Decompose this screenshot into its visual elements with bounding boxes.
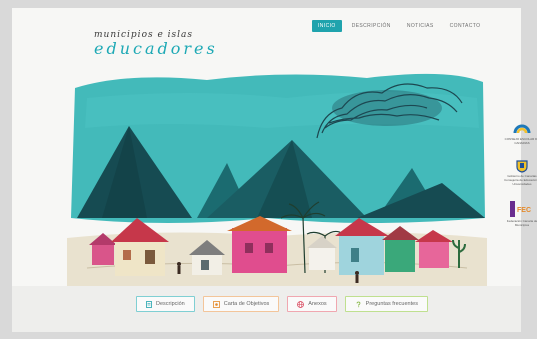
document-icon (146, 300, 152, 308)
question-icon (356, 301, 361, 307)
nav-contacto[interactable]: CONTACTO (444, 20, 487, 32)
logo-line-2: educadores (94, 39, 218, 58)
descripcion-label: Descripción (156, 301, 185, 307)
preguntas-frecuentes-button[interactable]: Preguntas frecuentes (344, 296, 428, 312)
main-nav: INICIO DESCRIPCIÓN NOTICIAS CONTACTO (312, 20, 486, 32)
sponsor-gobierno[interactable]: Gobierno de Canarias Consejería de Educa… (500, 159, 537, 186)
sponsor-label: CONSEJO ESCOLAR DE CANARIAS (504, 137, 537, 145)
house-cream (111, 218, 169, 276)
carta-objetivos-label: Carta de Objetivos (223, 301, 270, 307)
page: municipios e islas educadores INICIO DES… (12, 8, 537, 332)
site-logo[interactable]: municipios e islas educadores (94, 30, 218, 58)
crest-icon (516, 160, 528, 173)
bottom-band: Descripción Carta de Objetivos Anexos Pr… (12, 286, 521, 332)
sponsor-column: CONSEJO ESCOLAR DE CANARIAS Gobierno de … (500, 120, 537, 241)
arc-logo-icon (513, 124, 531, 134)
section-buttons: Descripción Carta de Objetivos Anexos Pr… (136, 296, 428, 312)
descripcion-button[interactable]: Descripción (136, 296, 195, 312)
anexos-button[interactable]: Anexos (287, 296, 337, 312)
preguntas-frecuentes-label: Preguntas frecuentes (365, 301, 418, 307)
hero-illustration (67, 73, 487, 293)
house-pink-center (227, 216, 292, 273)
house-teal (335, 218, 389, 275)
anexos-label: Anexos (308, 301, 327, 307)
nav-descripcion[interactable]: DESCRIPCIÓN (346, 20, 397, 32)
sponsor-label: Federación Canaria de Municipios (506, 219, 537, 227)
nav-noticias[interactable]: NOTICIAS (401, 20, 440, 32)
carta-objetivos-button[interactable]: Carta de Objetivos (202, 296, 280, 312)
target-icon (212, 300, 220, 308)
globe-icon (297, 300, 305, 308)
sponsor-consejo-escolar[interactable]: CONSEJO ESCOLAR DE CANARIAS (500, 120, 537, 145)
fecam-logo-icon: FEC (510, 201, 531, 217)
nav-inicio[interactable]: INICIO (312, 20, 342, 32)
sponsor-fecam[interactable]: FEC Federación Canaria de Municipios (500, 200, 537, 227)
svg-text:FEC: FEC (517, 207, 531, 214)
sponsor-label: Gobierno de Canarias Consejería de Educa… (504, 174, 537, 186)
